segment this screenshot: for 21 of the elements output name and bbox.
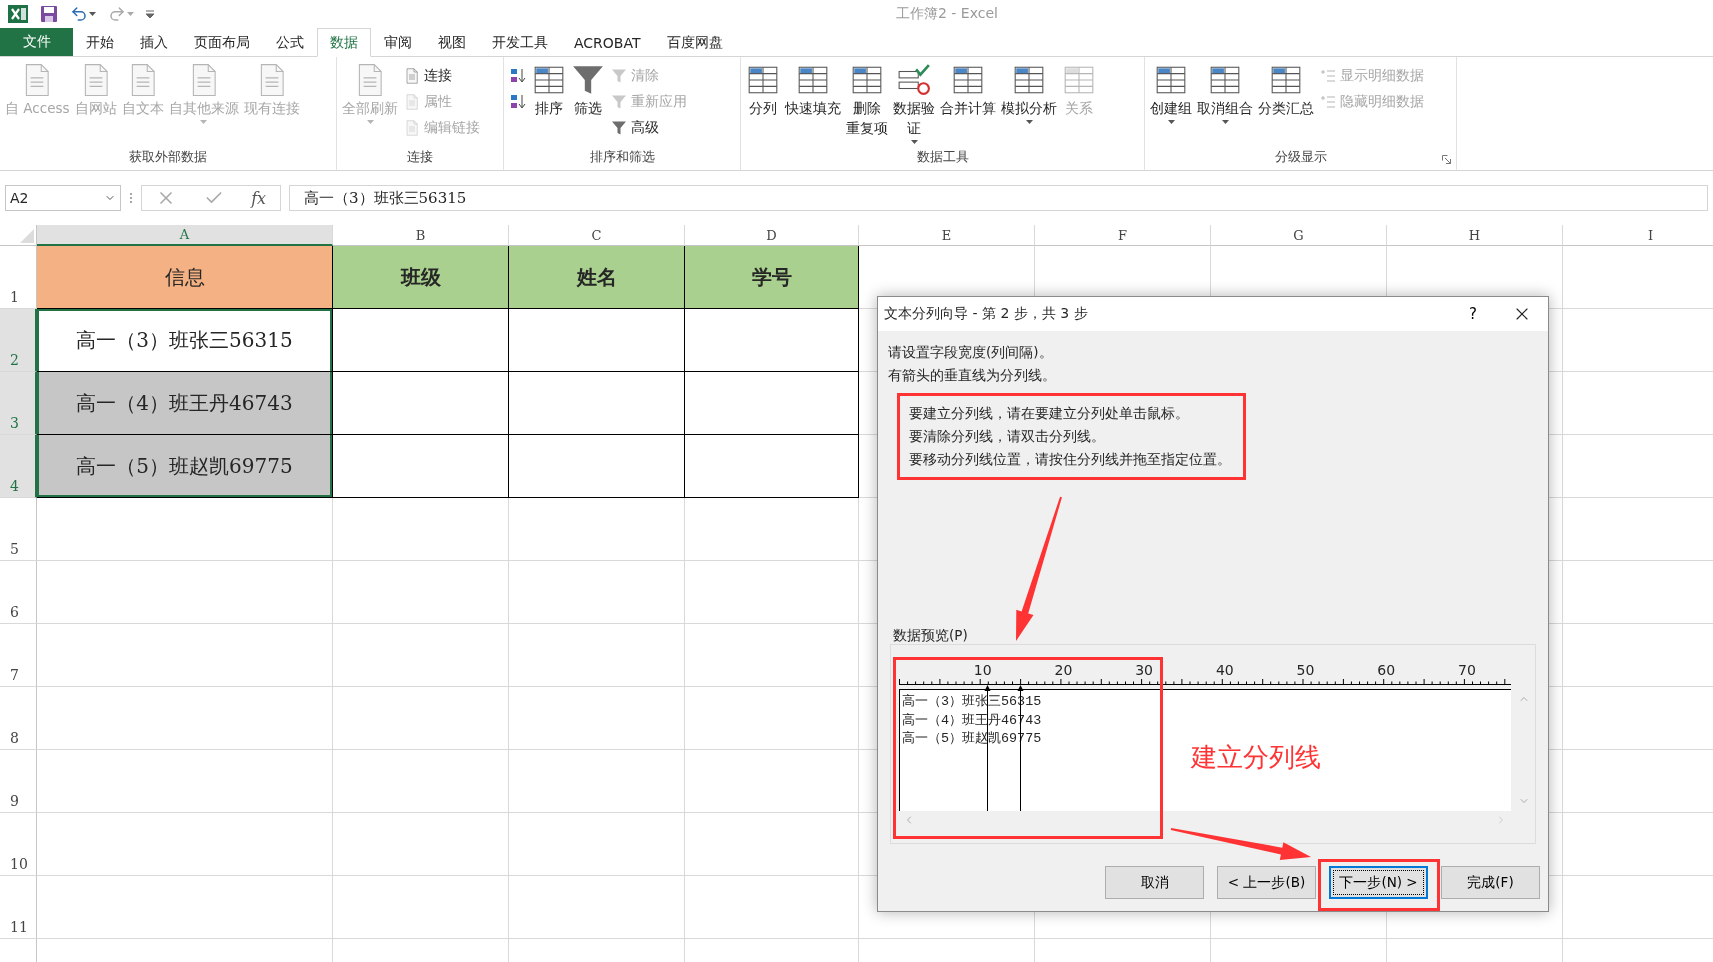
group-label: 排序和筛选 <box>589 148 655 166</box>
instruction-text: 要移动分列线位置，请按住分列线并拖至指定位置。 <box>909 450 1231 469</box>
group-label: 数据工具 <box>916 148 969 166</box>
instruction-text: 有箭头的垂直线为分列线。 <box>888 366 1057 385</box>
ruler-label: 20 <box>1054 662 1073 678</box>
annotation-text: 建立分列线 <box>1191 741 1321 774</box>
instruction-text: 请设置字段宽度(列间隔)。 <box>888 343 1054 362</box>
ruler-label: 40 <box>1215 662 1234 678</box>
ruler-label: 50 <box>1296 662 1315 678</box>
ruler-label: 10 <box>973 662 992 678</box>
group-label: 获取外部数据 <box>129 148 207 166</box>
group-label: 连接 <box>407 148 433 166</box>
instruction-text: 要清除分列线，请双击分列线。 <box>909 427 1106 446</box>
preview-label: 数据预览(P) <box>892 626 969 644</box>
instruction-text: 要建立分列线，请在要建立分列处单击鼠标。 <box>909 404 1190 423</box>
group-label: 分级显示 <box>1274 148 1327 166</box>
ruler-label: 60 <box>1377 662 1396 678</box>
dialog-title: 文本分列向导 - 第 2 步，共 3 步 <box>884 305 1089 323</box>
ruler-label: 70 <box>1458 662 1476 678</box>
ruler-label: 30 <box>1135 662 1153 678</box>
window-title: 工作簿2 - Excel <box>896 5 998 23</box>
